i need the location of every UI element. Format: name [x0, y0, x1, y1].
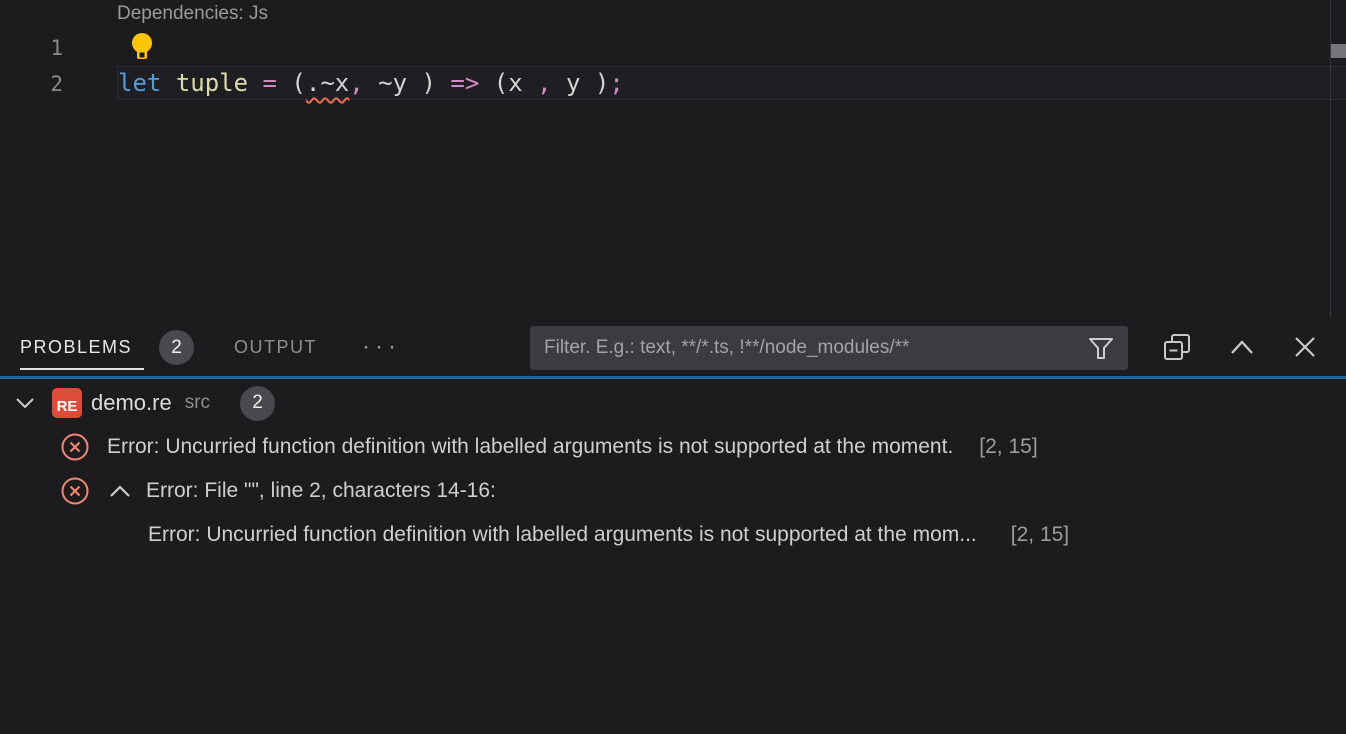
file-path: src — [185, 392, 210, 414]
panel-header: PROBLEMS 2 OUTPUT ··· — [0, 318, 1346, 379]
code-token-error-squiggle: .~x — [306, 69, 349, 97]
code-token — [248, 69, 262, 97]
scrollbar-slider[interactable] — [1331, 44, 1346, 58]
code-token — [436, 69, 450, 97]
code-token: ( — [291, 69, 305, 97]
problem-message: Error: File "", line 2, characters 14-16… — [146, 479, 496, 503]
code-token — [161, 69, 175, 97]
problems-filter — [530, 326, 1128, 370]
close-panel-icon[interactable] — [1293, 335, 1317, 359]
active-tab-underline — [20, 368, 144, 370]
lightbulb-icon[interactable] — [130, 32, 154, 62]
problems-count-badge: 2 — [159, 330, 194, 365]
problem-detail-row[interactable]: Error: Uncurried function definition wit… — [0, 513, 1346, 557]
codelens-link[interactable]: Dependencies: Js — [117, 3, 268, 25]
problem-message: Error: Uncurried function definition wit… — [107, 435, 953, 459]
panel-actions — [1163, 318, 1317, 376]
problem-location: [2, 15] — [1011, 523, 1069, 547]
vscode-window: Dependencies: Js 1 2 let tuple = (.~x, ~… — [0, 0, 1346, 734]
code-token: = — [263, 69, 277, 97]
error-icon — [60, 432, 90, 462]
problem-message: Error: Uncurried function definition wit… — [148, 523, 977, 547]
code-token: => — [450, 69, 479, 97]
error-icon — [60, 476, 90, 506]
reason-file-icon: RE — [52, 388, 82, 418]
code-token: ; — [609, 69, 623, 97]
code-token: let — [118, 69, 161, 97]
chevron-down-icon[interactable] — [15, 396, 35, 410]
problem-row[interactable]: Error: Uncurried function definition wit… — [0, 425, 1346, 469]
code-token: tuple — [176, 69, 248, 97]
code-line-2[interactable]: let tuple = (.~x, ~y ) => (x , y ); — [118, 66, 624, 100]
problem-row[interactable]: Error: File "", line 2, characters 14-16… — [0, 469, 1346, 513]
maximize-panel-icon[interactable] — [1229, 338, 1255, 356]
code-editor[interactable]: Dependencies: Js 1 2 let tuple = (.~x, ~… — [0, 0, 1346, 318]
tab-output[interactable]: OUTPUT — [234, 318, 317, 376]
collapse-all-icon[interactable] — [1163, 333, 1191, 361]
problem-location: [2, 15] — [979, 435, 1037, 459]
code-token: y ) — [552, 69, 610, 97]
line-number-2: 2 — [0, 72, 63, 96]
chevron-up-icon[interactable] — [108, 483, 132, 499]
file-name: demo.re — [91, 390, 172, 416]
code-token: (x — [479, 69, 537, 97]
code-token: , — [537, 69, 551, 97]
problems-filter-input[interactable] — [530, 337, 1087, 359]
code-token — [277, 69, 291, 97]
more-tabs-button[interactable]: ··· — [362, 318, 401, 376]
line-number-1: 1 — [0, 36, 63, 60]
file-problem-count-badge: 2 — [240, 386, 275, 421]
problems-file-row[interactable]: RE demo.re src 2 — [0, 381, 1346, 425]
code-token: ~y ) — [364, 69, 436, 97]
filter-icon — [1087, 334, 1115, 362]
code-token: , — [349, 69, 363, 97]
